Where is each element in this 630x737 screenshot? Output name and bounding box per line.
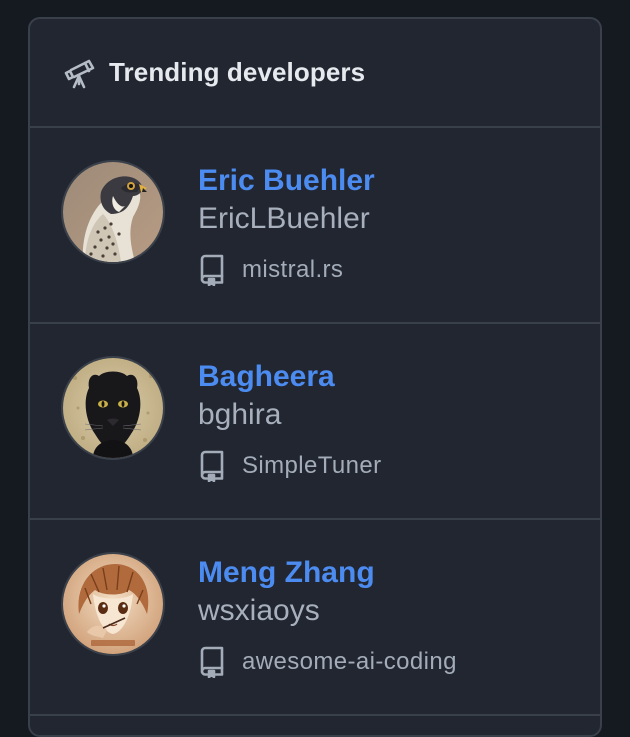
- developer-name[interactable]: Meng Zhang: [198, 554, 457, 592]
- developer-item: Eric Buehler EricLBuehler mistral.rs: [30, 128, 600, 324]
- panel-header: Trending developers: [30, 19, 600, 128]
- repo-name: SimpleTuner: [242, 452, 382, 479]
- developer-name[interactable]: Eric Buehler: [198, 162, 375, 200]
- repo-link[interactable]: mistral.rs: [198, 254, 375, 286]
- developer-login[interactable]: EricLBuehler: [198, 200, 375, 238]
- avatar[interactable]: [61, 356, 165, 460]
- repo-icon: [198, 254, 226, 286]
- panel-title: Trending developers: [109, 57, 366, 87]
- repo-name: mistral.rs: [242, 256, 344, 283]
- developer-login[interactable]: wsxiaoys: [198, 592, 457, 630]
- developer-item: Meng Zhang wsxiaoys awesome-ai-coding: [30, 520, 600, 716]
- developer-login[interactable]: bghira: [198, 396, 382, 434]
- repo-icon: [198, 646, 226, 678]
- repo-link[interactable]: awesome-ai-coding: [198, 646, 457, 678]
- repo-link[interactable]: SimpleTuner: [198, 450, 382, 482]
- repo-icon: [198, 450, 226, 482]
- repo-name: awesome-ai-coding: [242, 648, 457, 675]
- avatar[interactable]: [61, 160, 165, 264]
- developer-name[interactable]: Bagheera: [198, 358, 382, 396]
- telescope-icon: [61, 55, 97, 91]
- developer-item: Bagheera bghira SimpleTuner: [30, 324, 600, 520]
- trending-developers-panel: Trending developers Eric Buehler EricLBu…: [28, 17, 602, 737]
- avatar[interactable]: [61, 552, 165, 656]
